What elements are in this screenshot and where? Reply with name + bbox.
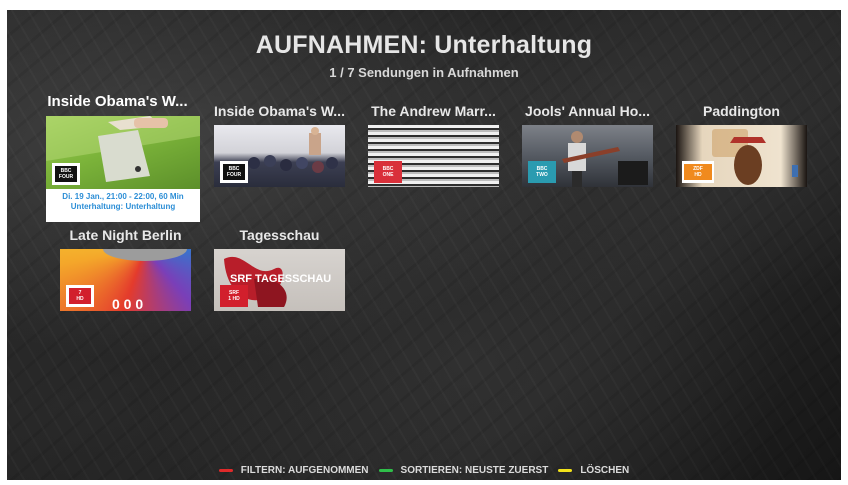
recording-thumbnail: SRF TAGESSCHAU SRF 1 HD: [214, 249, 345, 311]
channel-logo: 7 HD: [66, 285, 94, 307]
filter-action[interactable]: FILTERN: AUFGENOMMEN: [218, 465, 369, 476]
svg-text:0 0 0: 0 0 0: [112, 296, 143, 311]
filter-action-label: FILTERN: AUFGENOMMEN: [240, 465, 369, 476]
channel-logo: SRF 1 HD: [220, 285, 248, 307]
sort-action[interactable]: SORTIEREN: NEUSTE ZUERST: [378, 465, 549, 476]
page-title: AUFNAHMEN: Unterhaltung: [255, 31, 593, 59]
channel-logo: BBC FOUR: [52, 163, 80, 185]
program-overlay-text: SRF TAGESSCHAU: [230, 273, 332, 285]
recording-thumbnail: BBC FOUR: [214, 125, 345, 187]
sort-action-label: SORTIEREN: NEUSTE ZUERST: [400, 465, 549, 476]
red-key-icon: [218, 469, 233, 472]
recording-title: Tagesschau: [239, 227, 320, 243]
recording-thumbnail: ZDF HD: [676, 125, 807, 187]
recording-title: Late Night Berlin: [69, 227, 182, 243]
recording-title: Inside Obama's W...: [47, 93, 188, 110]
tv-screen: AUFNAHMEN: Unterhaltung 1 / 7 Sendungen …: [7, 10, 841, 480]
recording-thumbnail: BBC FOUR Di. 19 Jan., 21:00 - 22:00, 60 …: [46, 116, 200, 222]
remote-key-legend: FILTERN: AUFGENOMMEN SORTIEREN: NEUSTE Z…: [7, 465, 841, 476]
recording-time: Di. 19 Jan., 21:00 - 22:00, 60 Min: [62, 192, 184, 201]
recording-thumbnail: BBC ONE: [368, 125, 499, 187]
channel-logo: ZDF HD: [682, 161, 714, 183]
recording-details: Di. 19 Jan., 21:00 - 22:00, 60 Min Unter…: [46, 192, 200, 212]
green-key-icon: [378, 469, 393, 472]
recording-title: The Andrew Marr...: [371, 103, 496, 119]
channel-logo: BBC FOUR: [220, 161, 248, 183]
recording-genre: Unterhaltung: Unterhaltung: [70, 202, 176, 211]
recording-count: 1 / 7 Sendungen in Aufnahmen: [329, 65, 519, 80]
delete-action-label: LÖSCHEN: [580, 465, 630, 476]
channel-logo: BBC TWO: [528, 161, 556, 183]
recording-thumbnail: 0 0 0 7 HD: [60, 249, 191, 311]
thumbnail-image: BBC FOUR: [46, 116, 200, 189]
delete-action[interactable]: LÖSCHEN: [558, 465, 629, 476]
channel-logo: BBC ONE: [374, 161, 402, 183]
recording-title: Inside Obama's W...: [214, 103, 345, 119]
recording-title: Jools' Annual Ho...: [525, 103, 650, 119]
recording-thumbnail: BBC TWO: [522, 125, 653, 187]
recording-title: Paddington: [703, 103, 780, 119]
yellow-key-icon: [558, 469, 573, 472]
